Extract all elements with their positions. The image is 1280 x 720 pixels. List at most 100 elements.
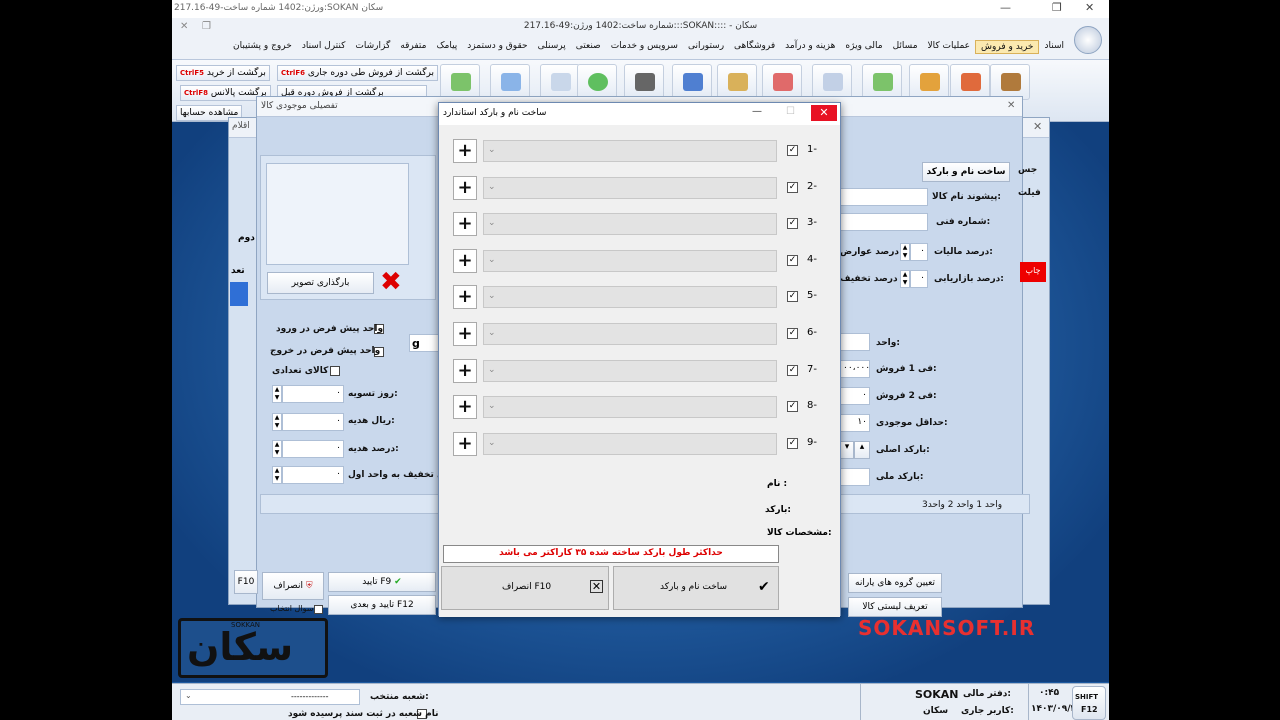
dialog-maximize-icon[interactable]: ☐	[786, 106, 795, 117]
app-orb-icon[interactable]	[1074, 26, 1102, 54]
settle-days-input[interactable]: ۰	[282, 385, 344, 403]
ribbon-tab-13[interactable]: متفرقه	[395, 40, 431, 54]
make-name-barcode-dialog-button[interactable]: ساخت نام و بارکد ✔	[613, 566, 779, 610]
ribbon-doc-button-3[interactable]	[540, 64, 580, 100]
upload-image-button[interactable]: بارگذاری تصویر	[267, 272, 374, 294]
component-combo[interactable]: ⌄	[483, 396, 777, 419]
component-combo[interactable]: ⌄	[483, 249, 777, 272]
ribbon-tab-16[interactable]: خروج و پشتیبان	[228, 40, 297, 54]
prefix-input[interactable]	[840, 188, 928, 206]
ribbon-tab-9[interactable]: صنعتی	[571, 40, 606, 54]
print-button[interactable]: چاپ	[1020, 262, 1046, 282]
add-component-button[interactable]: +	[453, 358, 477, 383]
ribbon-tab-6[interactable]: فروشگاهی	[729, 40, 780, 54]
items-window-close-icon[interactable]: ✕	[1033, 120, 1042, 133]
dialog-minimize-icon[interactable]: —	[752, 106, 762, 117]
close-icon[interactable]: ✕	[1085, 1, 1094, 14]
confirm-f9-button[interactable]: تایید F9 ✔	[328, 572, 436, 592]
cancel-form-button[interactable]: انصراف ⛨	[262, 572, 324, 600]
ribbon-edit-button[interactable]	[717, 64, 757, 100]
marketing-pct-input[interactable]: ۰	[910, 270, 928, 288]
ribbon-tab-8[interactable]: سرویس و خدمات	[606, 40, 683, 54]
assign-subsidy-groups-button[interactable]: تعیین گروه های یارانه	[848, 573, 942, 593]
add-component-button[interactable]: +	[453, 212, 477, 237]
restore-small-icon[interactable]: ❐	[202, 21, 211, 32]
component-checkbox[interactable]: ✓	[787, 364, 798, 376]
branch-select[interactable]: ⌄ -------------	[180, 689, 360, 705]
ribbon-box-button[interactable]	[990, 64, 1030, 100]
tech-no-input[interactable]	[840, 213, 928, 231]
unit-input[interactable]	[840, 333, 870, 351]
component-combo[interactable]: ⌄	[483, 176, 777, 199]
count-goods-checkbox[interactable]	[330, 366, 340, 376]
price1-input[interactable]: ۰۰،۰۰۰	[840, 360, 870, 378]
component-checkbox[interactable]: ✓	[787, 328, 798, 339]
confirm-next-f12-button[interactable]: تایید و بعدی F12	[328, 595, 436, 615]
ribbon-tab-1[interactable]: خرید و فروش	[975, 40, 1040, 54]
ribbon-tab-0[interactable]: اسناد	[1039, 40, 1069, 54]
dialog-close-button[interactable]: ✕	[811, 105, 837, 121]
barcode-down-button[interactable]: ▾	[840, 441, 854, 459]
close-small-icon[interactable]: ✕	[180, 21, 188, 32]
component-combo[interactable]: ⌄	[483, 359, 777, 382]
tax-pct-spinner[interactable]: ▲ ▼	[900, 243, 910, 261]
ribbon-tab-7[interactable]: رستورانی	[683, 40, 729, 54]
ribbon-doc-button-1[interactable]	[440, 64, 480, 100]
price2-input[interactable]: ۰	[840, 387, 870, 405]
discount-rial-spinner[interactable]: ▲ ▼	[272, 466, 282, 484]
gift-pct-input[interactable]: ۰	[282, 440, 344, 458]
unit-tabs[interactable]: واحد 1 واحد 2 واحد3	[922, 500, 1002, 510]
return-sales-period-button[interactable]: CtrlF6 برگشت از فروش طی دوره جاری	[277, 65, 439, 81]
component-combo[interactable]: ⌄	[483, 213, 777, 236]
component-checkbox[interactable]: ✓	[787, 437, 798, 449]
ribbon-tab-3[interactable]: مسائل	[888, 40, 923, 54]
delete-image-button[interactable]: ✖	[380, 269, 408, 295]
ribbon-doc-button-4[interactable]	[812, 64, 852, 100]
restore-icon[interactable]: ❐	[1052, 1, 1062, 14]
ribbon-check-button[interactable]	[862, 64, 902, 100]
goods-detail-close-icon[interactable]: ✕	[1007, 100, 1015, 111]
gift-pct-spinner[interactable]: ▲ ▼	[272, 440, 282, 458]
ribbon-print-button[interactable]	[624, 64, 664, 100]
component-checkbox[interactable]: ✓	[787, 145, 798, 156]
ribbon-undo-button[interactable]	[577, 64, 617, 100]
ribbon-tab-5[interactable]: هزینه و درآمد	[780, 40, 840, 54]
component-checkbox[interactable]: ✓	[787, 181, 798, 193]
unit-value-field[interactable]: g	[409, 334, 439, 352]
ribbon-calendar-button[interactable]	[950, 64, 990, 100]
national-barcode-input[interactable]	[840, 468, 870, 486]
component-combo[interactable]: ⌄	[483, 140, 777, 162]
add-component-button[interactable]: +	[453, 322, 477, 346]
ribbon-tab-10[interactable]: پرسنلی	[533, 40, 571, 54]
tax-pct-input[interactable]: ۰	[910, 243, 928, 261]
f10-button[interactable]: F10	[234, 570, 258, 594]
return-purchase-button[interactable]: CtrlF5 برگشت از خرید	[176, 65, 270, 81]
component-combo[interactable]: ⌄	[483, 323, 777, 345]
define-goods-list-button[interactable]: تعریف لیستی کالا	[848, 597, 942, 617]
component-checkbox[interactable]: ✓	[787, 254, 798, 266]
gift-rial-spinner[interactable]: ▲ ▼	[272, 413, 282, 431]
gift-rial-input[interactable]: ۰	[282, 413, 344, 431]
add-component-button[interactable]: +	[453, 139, 477, 163]
settle-days-spinner[interactable]: ▲ ▼	[272, 385, 282, 403]
ribbon-tab-15[interactable]: کنترل اسناد	[297, 40, 351, 54]
add-component-button[interactable]: +	[453, 248, 477, 273]
ribbon-tab-4[interactable]: مالی ویژه	[840, 40, 887, 54]
component-checkbox[interactable]: ✓	[787, 291, 798, 303]
discount-rial-input[interactable]: ۰	[282, 466, 344, 484]
ribbon-tab-11[interactable]: حقوق و دستمزد	[462, 40, 532, 54]
minimize-icon[interactable]: —	[1000, 1, 1011, 14]
shift-f12-button[interactable]: SHIFT F12	[1072, 686, 1106, 720]
selected-row-marker[interactable]	[230, 282, 248, 306]
ribbon-new-button[interactable]	[762, 64, 802, 100]
ribbon-table-button[interactable]	[909, 64, 949, 100]
add-component-button[interactable]: +	[453, 431, 477, 456]
make-name-barcode-button[interactable]: ساخت نام و بارکد	[922, 162, 1010, 182]
ribbon-delete-button[interactable]	[672, 64, 712, 100]
ribbon-doc-button-2[interactable]	[490, 64, 530, 100]
component-checkbox[interactable]: ✓	[787, 218, 798, 230]
ribbon-tab-2[interactable]: عملیات کالا	[923, 40, 976, 54]
component-combo[interactable]: ⌄	[483, 432, 777, 455]
add-component-button[interactable]: +	[453, 285, 477, 310]
ribbon-tab-14[interactable]: گزارشات	[350, 40, 395, 54]
